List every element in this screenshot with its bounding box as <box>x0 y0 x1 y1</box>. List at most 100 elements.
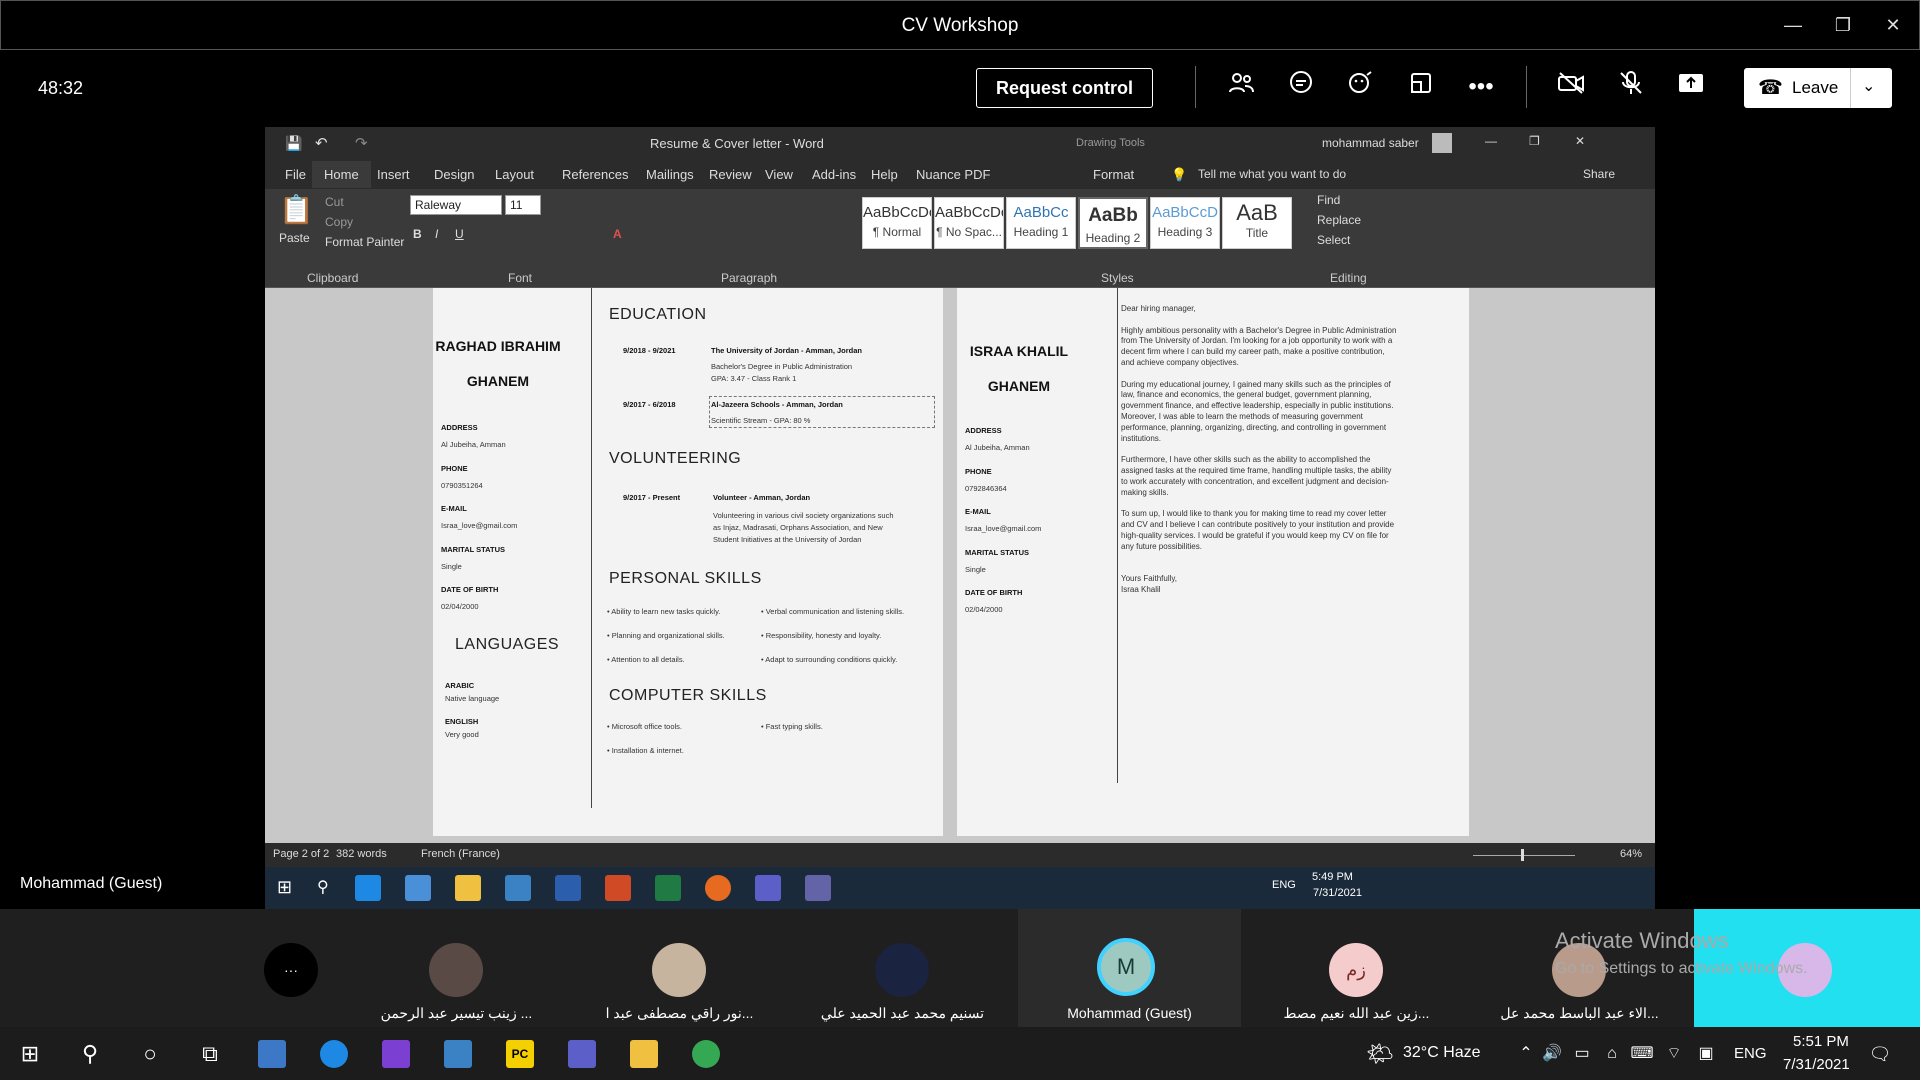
minimize-icon[interactable]: — <box>1781 13 1805 37</box>
request-control-button[interactable]: Request control <box>976 68 1153 108</box>
teams-icon[interactable] <box>568 1040 596 1068</box>
inner-date[interactable]: 7/31/2021 <box>1313 887 1362 899</box>
network-icon[interactable]: ⌂ <box>1598 1040 1626 1068</box>
format-painter-button[interactable]: Format Painter <box>325 235 404 249</box>
volume-icon[interactable]: 🔊 <box>1538 1040 1566 1068</box>
cortana-icon[interactable]: ○ <box>136 1040 164 1068</box>
leave-button[interactable]: ☎ Leave ⌄ <box>1744 68 1892 108</box>
restore-icon[interactable]: ❐ <box>1831 13 1855 37</box>
inner-time[interactable]: 5:49 PM <box>1312 871 1353 883</box>
participants-icon[interactable] <box>1224 70 1258 104</box>
paste-icon[interactable]: 📋 <box>279 193 314 226</box>
font-size-box[interactable]: 11 <box>505 195 541 215</box>
chrome-icon[interactable] <box>692 1040 720 1068</box>
share-button[interactable]: Share <box>1583 167 1615 181</box>
tab-format[interactable]: Format <box>1093 167 1134 182</box>
windows-start-icon[interactable]: ⊞ <box>16 1040 44 1068</box>
more-actions-icon[interactable]: ••• <box>1464 70 1498 104</box>
close-icon[interactable]: ✕ <box>1881 13 1905 37</box>
participant-tile[interactable]: نور راقي مصطفى عبد ا... <box>568 909 791 1027</box>
underline-button[interactable]: U <box>455 227 464 241</box>
chevron-down-icon[interactable]: ⌄ <box>1862 76 1875 96</box>
word-count[interactable]: 382 words <box>336 848 387 860</box>
word-close-icon[interactable]: ✕ <box>1575 134 1585 148</box>
tell-me-search[interactable]: Tell me what you want to do <box>1198 167 1346 181</box>
redo-icon[interactable]: ↷ <box>355 134 368 152</box>
undo-icon[interactable]: ↶ <box>315 134 328 152</box>
excel-icon[interactable] <box>655 875 681 901</box>
rooms-icon[interactable] <box>1404 70 1438 104</box>
file-explorer-icon[interactable] <box>630 1040 658 1068</box>
wifi-icon[interactable]: ⌔ <box>1660 1040 1688 1068</box>
notifications-icon[interactable]: 🗨 <box>1866 1040 1894 1068</box>
tab-nuance-pdf[interactable]: Nuance PDF <box>916 167 990 182</box>
tray-chevron-icon[interactable]: ⌃ <box>1512 1040 1540 1068</box>
find-button[interactable]: Find <box>1317 193 1340 207</box>
inner-lang[interactable]: ENG <box>1272 879 1296 891</box>
visual-studio-icon[interactable] <box>382 1040 410 1068</box>
display-icon[interactable]: ▣ <box>1692 1040 1720 1068</box>
copy-button[interactable]: Copy <box>325 215 353 229</box>
tab-mailings[interactable]: Mailings <box>646 167 694 182</box>
store-icon[interactable] <box>405 875 431 901</box>
tab-references[interactable]: References <box>562 167 628 182</box>
chat-icon[interactable] <box>1284 70 1318 104</box>
edge-icon[interactable] <box>355 875 381 901</box>
participant-tile[interactable]: زم زين عبد الله نعيم مصط... <box>1245 909 1468 1027</box>
style-normal[interactable]: AaBbCcDc ¶ Normal <box>862 197 932 249</box>
search-icon[interactable]: ⚲ <box>76 1040 104 1068</box>
document-language[interactable]: French (France) <box>421 848 500 860</box>
replace-button[interactable]: Replace <box>1317 213 1361 227</box>
teams-icon[interactable] <box>805 875 831 901</box>
tab-review[interactable]: Review <box>709 167 752 182</box>
reactions-icon[interactable] <box>1344 70 1378 104</box>
font-color-button[interactable]: A <box>613 227 622 241</box>
edge-icon[interactable] <box>320 1040 348 1068</box>
font-name-box[interactable]: Raleway <box>410 195 502 215</box>
tab-home[interactable]: Home <box>312 161 371 188</box>
taskbar-time[interactable]: 5:51 PM <box>1793 1033 1849 1050</box>
participant-tile[interactable]: زينب تيسير عبد الرحمن ... <box>345 909 568 1027</box>
tab-add-ins[interactable]: Add-ins <box>812 167 856 182</box>
taskbar-date[interactable]: 7/31/2021 <box>1783 1056 1850 1073</box>
tab-help[interactable]: Help <box>871 167 898 182</box>
weather-text[interactable]: 32°C Haze <box>1403 1044 1481 1062</box>
camera-off-icon[interactable] <box>1554 70 1588 104</box>
share-screen-icon[interactable] <box>1674 70 1708 104</box>
zoom-slider-thumb[interactable] <box>1521 849 1524 861</box>
style-heading-2[interactable]: AaBb Heading 2 <box>1078 197 1148 249</box>
style-heading-3[interactable]: AaBbCcD Heading 3 <box>1150 197 1220 249</box>
pycharm-icon[interactable]: PC <box>506 1040 534 1068</box>
document-area[interactable]: RAGHAD IBRAHIM GHANEM ADDRESS Al Jubeiha… <box>265 288 1655 843</box>
word-restore-icon[interactable]: ❐ <box>1529 134 1540 148</box>
keyboard-icon[interactable]: ⌨ <box>1628 1040 1656 1068</box>
word-icon[interactable] <box>555 875 581 901</box>
tab-layout[interactable]: Layout <box>495 167 534 182</box>
participant-tile[interactable]: M Mohammad (Guest) <box>1018 909 1241 1027</box>
task-view-icon[interactable]: ⧉ <box>196 1040 224 1068</box>
battery-icon[interactable]: ▭ <box>1568 1040 1596 1068</box>
teams-icon[interactable] <box>755 875 781 901</box>
tab-design[interactable]: Design <box>434 167 474 182</box>
tab-insert[interactable]: Insert <box>377 167 410 182</box>
firefox-icon[interactable] <box>705 875 731 901</box>
powerpoint-icon[interactable] <box>605 875 631 901</box>
cut-button[interactable]: Cut <box>325 195 344 209</box>
file-explorer-icon[interactable] <box>455 875 481 901</box>
zoom-slider[interactable] <box>1473 855 1575 856</box>
user-avatar[interactable] <box>1432 133 1452 153</box>
tab-file[interactable]: File <box>285 167 306 182</box>
zoom-level[interactable]: 64% <box>1620 848 1642 860</box>
save-icon[interactable]: 💾 <box>285 135 302 152</box>
selected-textbox[interactable] <box>709 396 935 428</box>
taskbar-language[interactable]: ENG <box>1734 1045 1767 1062</box>
style-title[interactable]: AaB Title <box>1222 197 1292 249</box>
select-button[interactable]: Select <box>1317 233 1350 247</box>
participant-tile[interactable]: تسنيم محمد عبد الحميد علي <box>791 909 1014 1027</box>
style-heading-1[interactable]: AaBbCc Heading 1 <box>1006 197 1076 249</box>
tab-view[interactable]: View <box>765 167 793 182</box>
weather-icon[interactable]: 🌤 <box>1366 1040 1394 1068</box>
italic-button[interactable]: I <box>435 227 438 241</box>
paste-button[interactable]: Paste <box>279 231 310 245</box>
store-icon[interactable] <box>258 1040 286 1068</box>
